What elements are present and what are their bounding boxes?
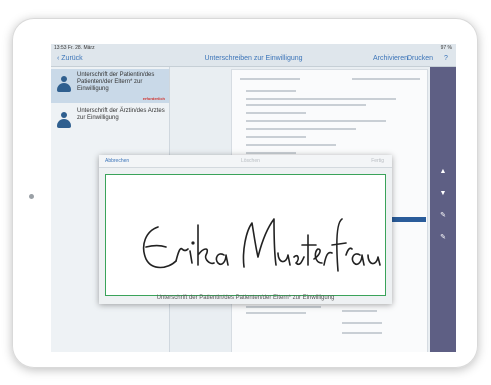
handwritten-signature — [142, 218, 381, 272]
archive-button[interactable]: Archivieren — [373, 55, 408, 62]
chevron-down-icon[interactable]: ▼ — [438, 189, 448, 199]
navigation-bar: ‹ Zurück Unterschreiben zur Einwilligung… — [51, 52, 456, 67]
status-bar: 13:53 Fr. 28. März 97 % — [51, 44, 456, 52]
cancel-button[interactable]: Abbrechen — [105, 158, 129, 164]
person-icon — [57, 112, 71, 130]
pen-icon[interactable]: ✎ — [438, 211, 448, 221]
done-button[interactable]: Fertig — [371, 158, 384, 164]
home-button[interactable] — [29, 194, 34, 199]
help-button[interactable]: ? — [444, 55, 448, 62]
sidebar-item-patient-signature[interactable]: Unterschrift der Patientin/des Patienten… — [51, 69, 169, 103]
required-badge: erforderlich — [142, 96, 165, 101]
print-button[interactable]: Drucken — [407, 55, 433, 62]
status-time: 13:53 Fr. 28. März — [54, 45, 95, 51]
clear-button[interactable]: Löschen — [241, 158, 260, 164]
sidebar-item-label: Unterschrift der Patientin/des Patienten… — [77, 72, 155, 92]
battery-level: 97 % — [440, 45, 452, 51]
person-icon — [57, 76, 71, 94]
signature-caption: Unterschrift der Patientin/des Patienten… — [156, 295, 335, 301]
pen-icon[interactable]: ✎ — [438, 233, 448, 243]
chevron-up-icon[interactable]: ▲ — [438, 167, 448, 177]
signature-pad[interactable] — [105, 174, 386, 296]
app-screen: 13:53 Fr. 28. März 97 % ‹ Zurück Untersc… — [51, 44, 456, 352]
signature-dialog: Abbrechen Löschen Fertig Unterschrift de… — [99, 155, 392, 304]
sidebar-item-label: Unterschrift der Ärztin/des Arztes zur E… — [77, 108, 165, 121]
sidebar-item-doctor-signature[interactable]: Unterschrift der Ärztin/des Arztes zur E… — [51, 105, 169, 139]
page-toolbar: ▲ ▼ ✎ ✎ — [430, 67, 456, 352]
signature-dialog-toolbar: Abbrechen Löschen Fertig — [99, 155, 392, 168]
